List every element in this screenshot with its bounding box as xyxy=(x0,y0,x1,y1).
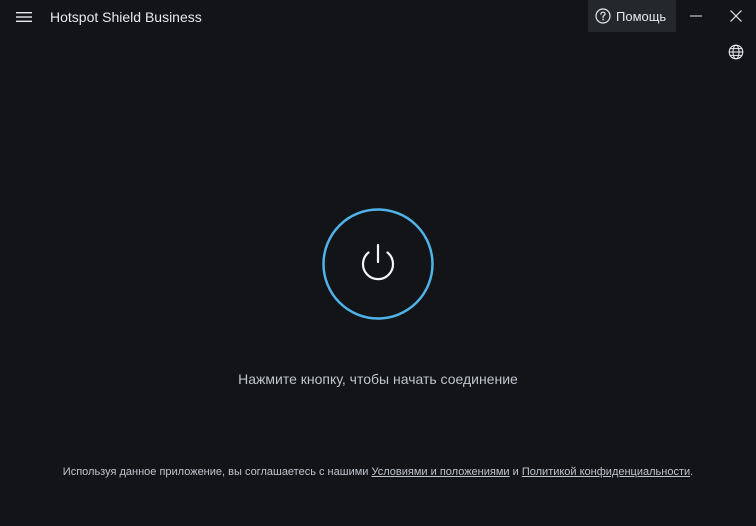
power-icon xyxy=(361,243,395,281)
connection-status-text: Нажмите кнопку, чтобы начать соединение xyxy=(238,371,518,387)
legal-prefix: Используя данное приложение, вы соглашае… xyxy=(62,466,369,478)
region-selector-button[interactable] xyxy=(726,42,746,62)
legal-notice: Используя данное приложение, вы соглашае… xyxy=(0,466,756,478)
title-bar: Hotspot Shield Business Помощь xyxy=(0,0,756,34)
minimize-icon xyxy=(690,15,702,17)
close-icon xyxy=(730,10,742,22)
connect-button[interactable] xyxy=(322,208,434,320)
power-ring xyxy=(322,208,434,320)
legal-suffix: . xyxy=(690,466,694,478)
help-button[interactable]: Помощь xyxy=(588,0,676,32)
close-button[interactable] xyxy=(716,0,756,32)
question-circle-icon xyxy=(595,8,611,24)
hamburger-menu-icon xyxy=(16,12,32,22)
help-label: Помощь xyxy=(616,8,667,24)
globe-icon xyxy=(728,44,744,60)
privacy-link[interactable]: Политикой конфиденциальности xyxy=(522,466,690,478)
app-title: Hotspot Shield Business xyxy=(50,9,202,25)
terms-link[interactable]: Условиями и положениями xyxy=(372,466,510,478)
minimize-button[interactable] xyxy=(676,0,716,32)
app-window: Hotspot Shield Business Помощь Нажмите к… xyxy=(0,0,756,526)
menu-button[interactable] xyxy=(10,5,38,29)
legal-conjunction: и xyxy=(512,466,519,478)
